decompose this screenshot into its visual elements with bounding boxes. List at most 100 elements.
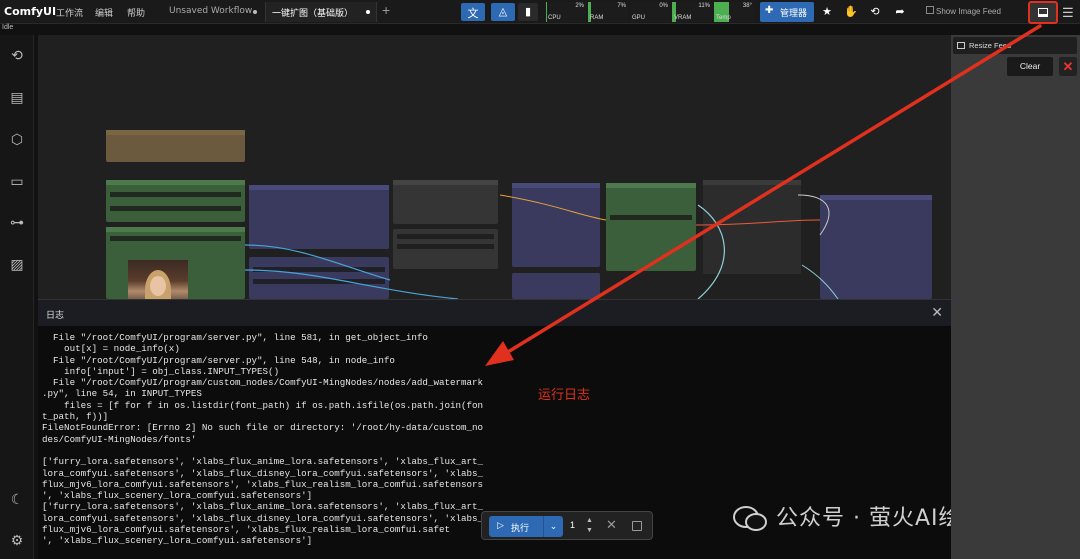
log-line: ['furry_lora.safetensors', 'xlabs_flux_a…: [42, 501, 484, 513]
panel-toggle-icon: [1038, 8, 1048, 17]
green-node[interactable]: [606, 183, 696, 271]
puzzle-icon: ✚: [765, 5, 774, 16]
moon-icon[interactable]: ☾: [8, 490, 26, 508]
temp-monitor: 38° Temp: [714, 2, 754, 22]
panel-toggle-button[interactable]: [1028, 1, 1058, 24]
clear-button[interactable]: Clear: [1007, 57, 1053, 76]
node-widget[interactable]: [253, 279, 385, 284]
purple-node[interactable]: [249, 257, 389, 299]
app-brand[interactable]: ComfyUI: [4, 5, 56, 18]
run-button[interactable]: ▷ 执行: [489, 516, 543, 537]
log-line: ', 'xlabs_flux_scenery_lora_comfyui.safe…: [42, 490, 313, 502]
log-line: lora_comfyui.safetensors', 'xlabs_flux_d…: [42, 467, 484, 479]
dark-node[interactable]: [703, 180, 801, 274]
node-widget[interactable]: [110, 236, 241, 241]
log-line: t_path, f))]: [42, 411, 109, 423]
star-icon: ★: [822, 6, 832, 18]
green-node[interactable]: [106, 180, 245, 222]
node-widget[interactable]: [397, 234, 494, 239]
folder-icon[interactable]: ▭: [8, 172, 26, 190]
wechat-logo-icon: [733, 506, 767, 531]
share-button[interactable]: ➦: [890, 3, 910, 21]
close-feed-button[interactable]: ✕: [1059, 57, 1077, 76]
gray-node[interactable]: [393, 180, 498, 224]
portrait-face: [150, 276, 166, 296]
top-menu-bar: ComfyUI 工作流 编辑 帮助 Unsaved Workflow 一键扩图（…: [0, 0, 1080, 24]
log-line: ', 'xlabs_flux_scenery_lora_comfyui.safe…: [42, 535, 313, 547]
node-widget[interactable]: [397, 244, 494, 249]
history-icon[interactable]: ⟲: [8, 46, 26, 64]
resize-feed-label: Resize Feed: [969, 41, 1012, 50]
history-icon: ⟲: [870, 6, 880, 18]
hierarchy-icon[interactable]: ⊶: [8, 213, 26, 231]
star-button[interactable]: ★: [818, 3, 836, 21]
share-icon: ➦: [895, 6, 905, 18]
menu-icon[interactable]: ☰: [1062, 5, 1074, 21]
workflow-canvas[interactable]: + − ⛶ ➤ ◉: [38, 35, 951, 299]
gpu-value: 0%: [659, 3, 668, 9]
run-controls: ▷ 执行 ⌄ 1 ▲ ▼ ✕: [481, 511, 653, 540]
note-node[interactable]: [106, 130, 245, 162]
resize-feed-button[interactable]: Resize Feed: [953, 37, 1077, 54]
node-widget[interactable]: [253, 267, 385, 272]
menu-edit[interactable]: 编辑: [95, 6, 113, 19]
node-header: [249, 185, 389, 190]
purple-node[interactable]: [249, 185, 389, 249]
log-panel-header: 日志 ✕: [38, 299, 951, 326]
purple-node[interactable]: [512, 273, 600, 299]
purple-node[interactable]: [820, 195, 932, 299]
preview-image: [128, 260, 188, 299]
play-icon: ▷: [497, 521, 504, 531]
load-image-node[interactable]: [106, 227, 245, 299]
image-icon[interactable]: ▨: [8, 255, 26, 273]
add-tab-icon[interactable]: +: [382, 2, 390, 18]
log-line: info['input'] = obj_class.INPUT_TYPES(): [42, 365, 280, 377]
node-header: [606, 183, 696, 188]
dashboard-icon: ◬: [498, 6, 508, 18]
node-header: [820, 195, 932, 200]
tab-label: Unsaved Workflow: [169, 6, 253, 16]
hand-button[interactable]: ✋: [842, 3, 860, 21]
translate-button[interactable]: 文: [461, 3, 485, 21]
log-line: .py", line 54, in INPUT_TYPES: [42, 388, 202, 400]
log-output: File "/root/ComfyUI/program/server.py", …: [42, 332, 483, 547]
cpu-monitor: 2% CPU: [546, 2, 586, 22]
batch-stepper[interactable]: ▲ ▼: [586, 516, 593, 536]
node-widget[interactable]: [110, 206, 241, 211]
dashboard-button[interactable]: ◬: [491, 3, 515, 21]
batch-count-input[interactable]: 1: [570, 520, 575, 530]
tab-unsaved-workflow[interactable]: Unsaved Workflow: [163, 2, 263, 22]
resize-icon: [957, 42, 965, 49]
menu-workflow[interactable]: 工作流: [56, 6, 83, 19]
cancel-icon[interactable]: ✕: [606, 517, 617, 533]
log-line: File "/root/ComfyUI/program/server.py", …: [42, 354, 395, 366]
log-line: files = [f for f in os.listdir(font_path…: [42, 399, 484, 411]
node-widget[interactable]: [110, 192, 241, 197]
purple-node[interactable]: [512, 183, 600, 267]
bookmark-button[interactable]: ▮: [518, 3, 538, 21]
unsaved-dot-icon: [366, 10, 370, 14]
node-header: [106, 180, 245, 185]
node-header: [106, 227, 245, 232]
tab-workflow-active[interactable]: 一键扩图（基础版）: [265, 2, 377, 22]
show-image-feed-button[interactable]: Show Image Feed: [924, 2, 1020, 22]
manager-label: 管理器: [780, 9, 808, 19]
log-line: File "/root/ComfyUI/program/custom_nodes…: [42, 377, 484, 389]
menu-help[interactable]: 帮助: [127, 6, 145, 19]
stop-icon[interactable]: [632, 521, 642, 531]
close-icon[interactable]: ✕: [931, 304, 943, 321]
log-title: 日志: [46, 311, 65, 321]
log-line: des/ComfyUI-MingNodes/fonts': [42, 433, 197, 445]
ram-monitor: 7% RAM: [588, 2, 628, 22]
log-line: out[x] = node_info(x): [42, 343, 180, 355]
gray-node[interactable]: [393, 229, 498, 269]
node-widget[interactable]: [610, 215, 692, 220]
tab-label: 一键扩图（基础版）: [272, 9, 354, 19]
settings-icon[interactable]: ⚙: [8, 531, 26, 549]
unsaved-dot-icon: [253, 10, 257, 14]
document-icon[interactable]: ▤: [8, 88, 26, 106]
history-button[interactable]: ⟲: [866, 3, 884, 21]
chevron-down-icon[interactable]: ⌄: [543, 516, 563, 537]
cube-icon[interactable]: ⬡: [8, 130, 26, 148]
manager-button[interactable]: ✚ 管理器: [760, 2, 814, 22]
